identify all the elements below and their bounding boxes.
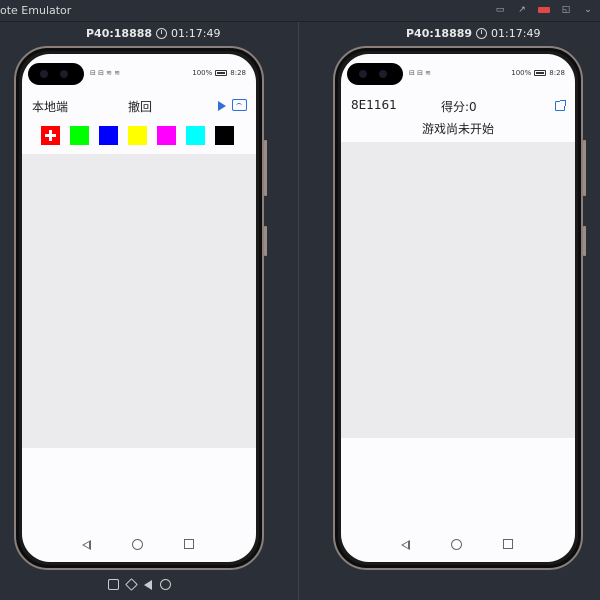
close-icon[interactable] xyxy=(538,7,550,13)
window-title: ote Emulator xyxy=(0,4,72,17)
tag-icon[interactable] xyxy=(125,578,138,591)
home-icon[interactable] xyxy=(160,579,171,590)
status-icons: ⊟ ⊟ ≋ xyxy=(409,69,432,77)
status-bar-right: 100% 8:28 xyxy=(192,69,246,77)
right-device-label: P40:18889 01:17:49 xyxy=(406,26,540,40)
back-icon[interactable] xyxy=(401,540,410,550)
status-icons: ⊟ ⊟ ≋ ≋ xyxy=(90,69,121,77)
back-icon[interactable] xyxy=(82,540,91,550)
left-phone-frame: ⊟ ⊟ ≋ ≋ 100% 8:28 本地端 撤回 xyxy=(14,46,267,570)
mode-label[interactable]: 本地端 xyxy=(32,98,68,115)
color-swatch-magenta[interactable] xyxy=(157,126,176,145)
color-swatch-red[interactable] xyxy=(41,126,60,145)
more-icon[interactable]: ⌄ xyxy=(582,5,594,15)
color-swatch-yellow[interactable] xyxy=(128,126,147,145)
play-icon[interactable] xyxy=(218,101,226,111)
app-toolbar: 8E1161 得分:0 xyxy=(341,94,575,118)
battery-percent: 100% xyxy=(192,69,213,77)
battery-icon xyxy=(534,70,547,76)
right-device-time: 01:17:49 xyxy=(491,26,541,40)
camera-cutout xyxy=(28,63,84,85)
color-swatch-blue[interactable] xyxy=(99,126,118,145)
battery-icon xyxy=(215,70,228,76)
pane-divider[interactable] xyxy=(298,22,299,600)
right-phone-frame: ⊟ ⊟ ≋ 100% 8:28 8E1161 得分:0 游戏尚未开始 xyxy=(333,46,586,570)
power-button[interactable] xyxy=(264,226,267,256)
status-clock: 8:28 xyxy=(549,69,565,77)
left-device-time: 01:17:49 xyxy=(171,26,221,40)
left-device-label: P40:18888 01:17:49 xyxy=(86,26,220,40)
home-icon[interactable] xyxy=(132,539,143,550)
recent-apps-icon[interactable] xyxy=(503,539,513,549)
guess-canvas xyxy=(341,142,575,438)
game-status-message: 游戏尚未开始 xyxy=(421,122,494,136)
window-controls: ▭ ↗ ◱ ⌄ xyxy=(494,5,594,15)
system-nav-bar xyxy=(22,538,256,554)
arrow-icon[interactable]: ↗ xyxy=(516,5,528,15)
color-swatch-green[interactable] xyxy=(70,126,89,145)
undo-button[interactable]: 撤回 xyxy=(128,98,152,115)
back-icon[interactable] xyxy=(144,579,152,590)
camera-cutout xyxy=(347,63,403,85)
share-icon[interactable] xyxy=(555,100,566,111)
home-icon[interactable] xyxy=(451,539,462,550)
app-toolbar: 本地端 撤回 xyxy=(22,94,256,118)
recent-apps-icon[interactable] xyxy=(184,539,194,549)
volume-button[interactable] xyxy=(583,140,586,196)
status-clock: 8:28 xyxy=(230,69,246,77)
volume-button[interactable] xyxy=(264,140,267,196)
restore-icon[interactable]: ◱ xyxy=(560,5,572,15)
emulator-window-bar: ote Emulator ▭ ↗ ◱ ⌄ xyxy=(0,0,600,22)
left-device-port: P40:18888 xyxy=(86,26,153,40)
right-device-port: P40:18889 xyxy=(406,26,473,40)
clock-icon xyxy=(476,27,488,39)
cast-icon[interactable] xyxy=(232,99,247,111)
score-label: 得分:0 xyxy=(441,100,477,114)
status-bar-right: 100% 8:28 xyxy=(511,69,565,77)
drawing-canvas[interactable] xyxy=(22,154,256,448)
system-nav-bar xyxy=(341,538,575,554)
power-button[interactable] xyxy=(583,226,586,256)
emulator-bottom-toolbar xyxy=(108,578,171,591)
clock-icon xyxy=(156,27,168,39)
minimize-icon[interactable]: ▭ xyxy=(494,5,506,15)
color-swatch-cyan[interactable] xyxy=(186,126,205,145)
color-swatch-black[interactable] xyxy=(215,126,234,145)
room-id: 8E1161 xyxy=(351,98,397,112)
left-phone-screen: ⊟ ⊟ ≋ ≋ 100% 8:28 本地端 撤回 xyxy=(22,54,256,562)
battery-percent: 100% xyxy=(511,69,532,77)
right-phone-screen: ⊟ ⊟ ≋ 100% 8:28 8E1161 得分:0 游戏尚未开始 xyxy=(341,54,575,562)
color-palette xyxy=(41,126,234,145)
rotate-icon[interactable] xyxy=(108,579,119,590)
